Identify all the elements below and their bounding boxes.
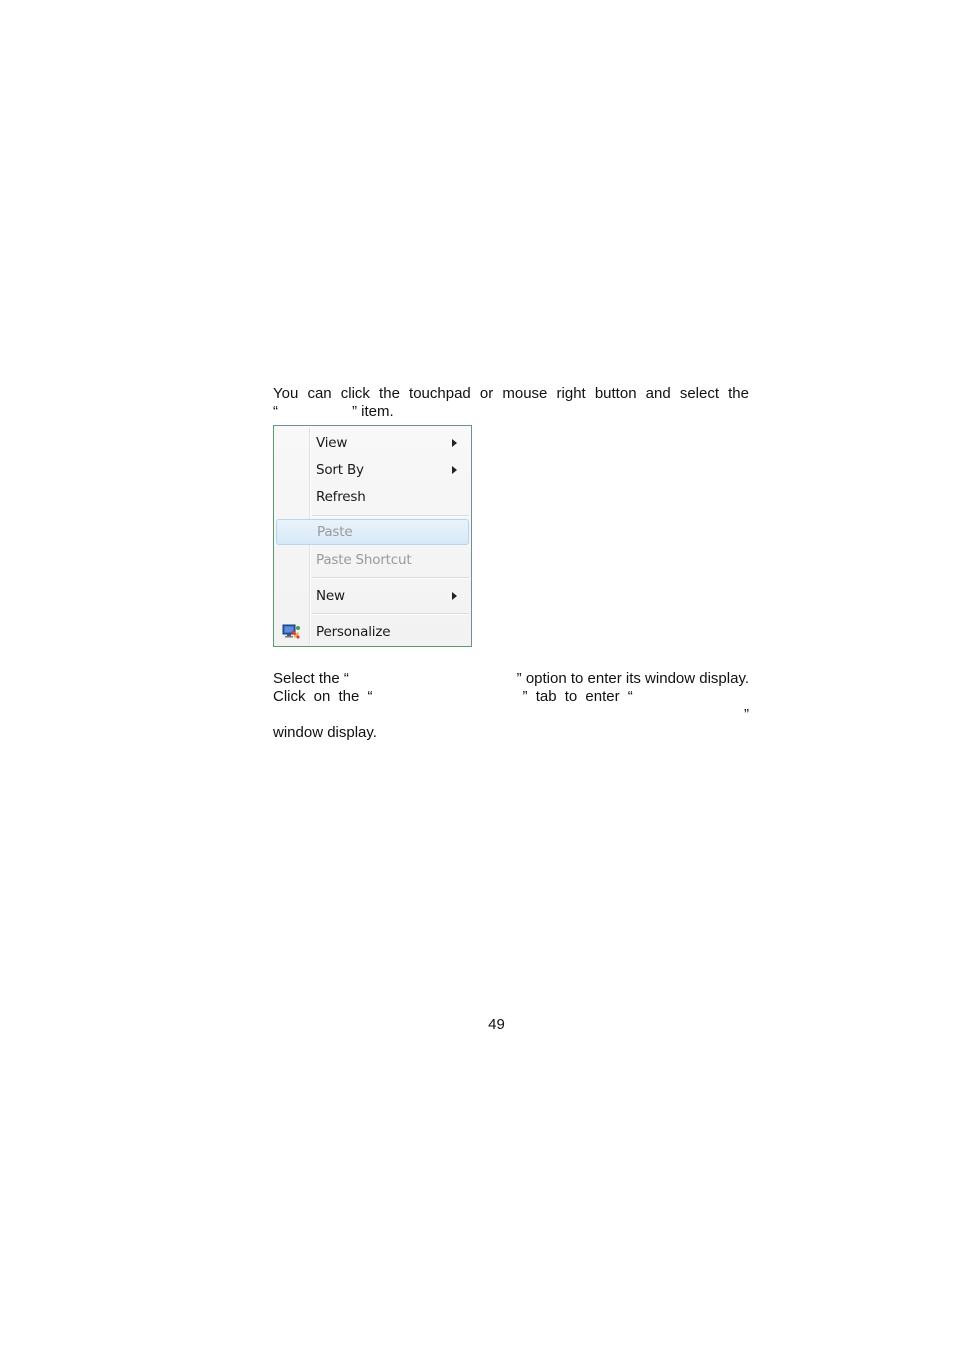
menu-separator: [312, 515, 469, 517]
instructions-paragraph: Select the “ ” option to enter its windo…: [273, 670, 749, 742]
menu-item-view[interactable]: View: [276, 430, 469, 456]
menu-item-label: Sort By: [316, 462, 364, 478]
menu-item-label: Paste: [317, 524, 353, 540]
menu-item-label: Personalize: [316, 624, 391, 640]
menu-item-paste[interactable]: Paste: [276, 519, 469, 545]
personalize-icon: [282, 624, 300, 639]
menu-separator: [312, 577, 469, 579]
instructions-line-1: Select the “ ” option to enter its windo…: [273, 670, 749, 688]
intro-text-1: You can click the touchpad or mouse righ…: [273, 385, 749, 402]
menu-item-personalize[interactable]: Personalize: [276, 619, 469, 645]
menu-item-label: Paste Shortcut: [316, 552, 412, 568]
instructions-text-4: window display.: [273, 724, 377, 741]
menu-item-label: New: [316, 588, 345, 604]
intro-paragraph: You can click the touchpad or mouse righ…: [273, 385, 749, 421]
instructions-line-3: ”: [273, 706, 749, 724]
menu-item-sort-by[interactable]: Sort By: [276, 457, 469, 483]
intro-line-2: “ ” item.: [273, 403, 749, 421]
menu-item-paste-shortcut[interactable]: Paste Shortcut: [276, 547, 469, 573]
menu-item-label: Refresh: [316, 489, 366, 505]
menu-item-refresh[interactable]: Refresh: [276, 484, 469, 510]
menu-item-new[interactable]: New: [276, 583, 469, 609]
menu-item-label: View: [316, 435, 348, 451]
instructions-text-1b: ” option to enter its window display.: [516, 670, 749, 687]
submenu-arrow-icon: [452, 592, 457, 600]
instructions-line-4: window display.: [273, 724, 749, 742]
context-menu: View Sort By Refresh Paste Paste Shortcu…: [273, 425, 472, 647]
instructions-text-3: ”: [744, 706, 749, 723]
instructions-text-2a: Click on the “: [273, 688, 373, 705]
instructions-text-1a: Select the “: [273, 670, 349, 687]
intro-close-text: ” item.: [352, 403, 394, 420]
menu-separator: [312, 613, 469, 615]
page-number: 49: [488, 1016, 505, 1033]
submenu-arrow-icon: [452, 466, 457, 474]
intro-line-1: You can click the touchpad or mouse righ…: [273, 385, 749, 403]
submenu-arrow-icon: [452, 439, 457, 447]
instructions-text-2b: ” tab to enter “: [522, 688, 633, 705]
instructions-line-2: Click on the “ ” tab to enter “: [273, 688, 749, 706]
